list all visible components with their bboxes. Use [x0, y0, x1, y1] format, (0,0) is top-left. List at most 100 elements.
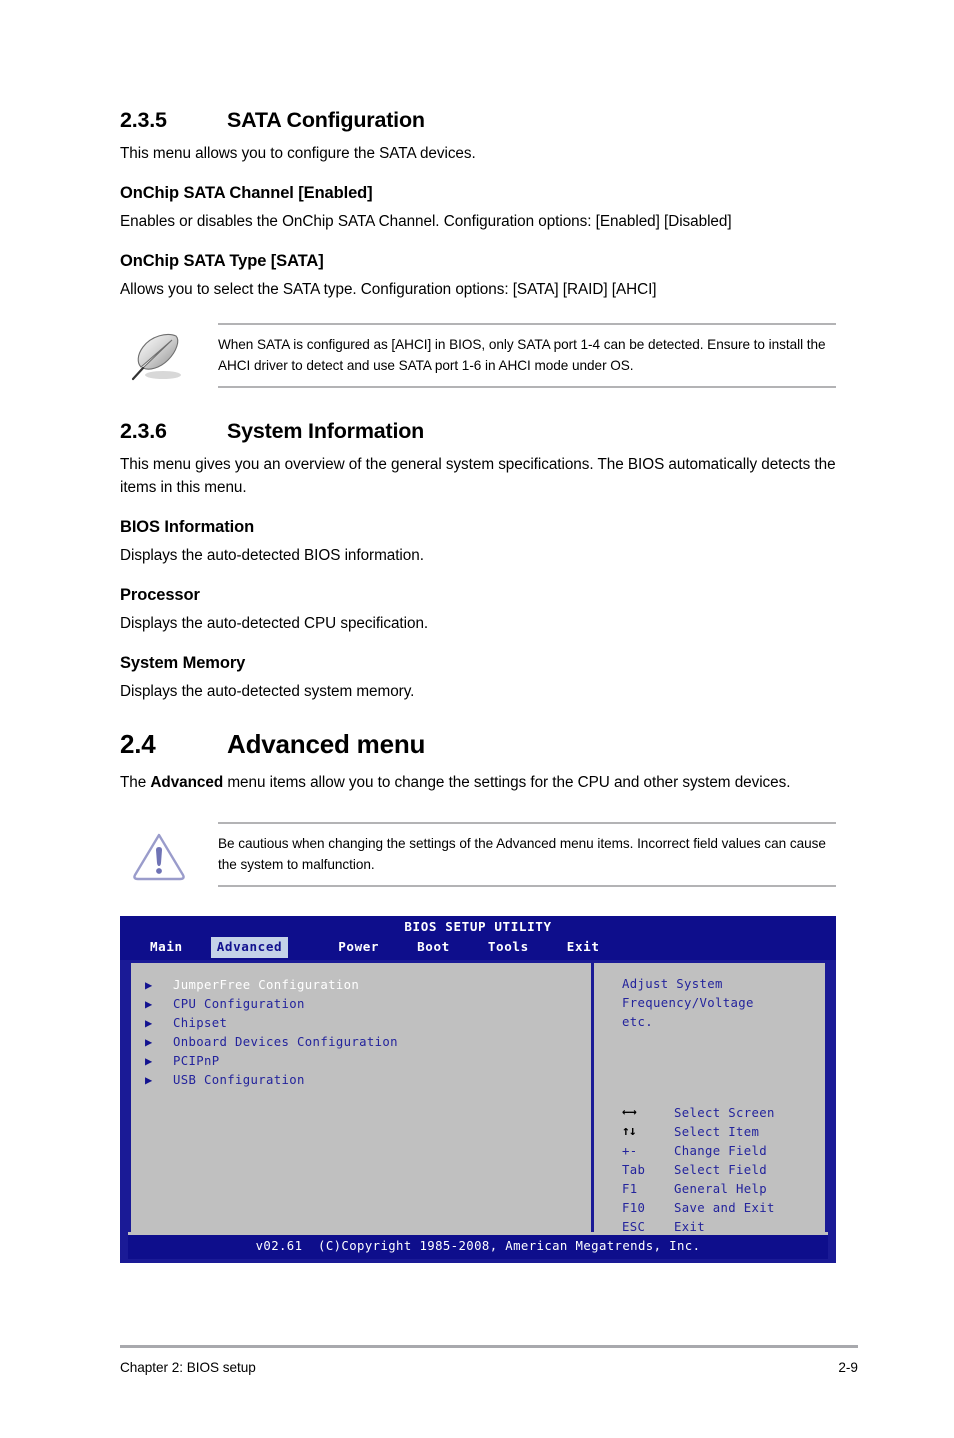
subsection-text-onchip-sata-type: Allows you to select the SATA type. Conf… — [120, 281, 657, 298]
subsection-text-system-memory: Displays the auto-detected system memory… — [120, 683, 415, 700]
tab-spacer — [288, 937, 332, 958]
section-intro: This menu allows you to configure the SA… — [120, 145, 476, 162]
footer-divider — [120, 1345, 858, 1348]
legend-action: Select Field — [674, 1162, 768, 1177]
subsection-text-onchip-sata-channel: Enables or disables the OnChip SATA Chan… — [120, 213, 732, 230]
triangle-right-icon: ▶ — [145, 977, 153, 992]
legend-key: Tab — [622, 1162, 646, 1177]
bios-key-legend: ←→ Select Screen ↑↓ Select Item +- Chang… — [622, 1103, 775, 1236]
legend-row-select-field: Tab Select Field — [622, 1160, 775, 1179]
tab-power[interactable]: Power — [332, 937, 385, 958]
menu-item-label: JumperFree Configuration — [173, 977, 360, 992]
bios-header: BIOS SETUP UTILITY Main Advanced Power B… — [120, 916, 836, 960]
tab-spacer — [189, 937, 211, 958]
legend-key: +- — [622, 1143, 638, 1158]
triangle-right-icon: ▶ — [145, 1053, 153, 1068]
caution-body: Be cautious when changing the settings o… — [218, 822, 836, 887]
bios-menu-item-onboard-devices[interactable]: ▶ Onboard Devices Configuration — [145, 1032, 591, 1051]
subheading-onchip-sata-channel: OnChip SATA Channel [Enabled] — [120, 184, 373, 202]
tab-advanced[interactable]: Advanced — [210, 937, 289, 958]
help-line-1: Adjust System — [622, 977, 723, 991]
legend-row-save-and-exit: F10 Save and Exit — [622, 1198, 775, 1217]
legend-row-change-field: +- Change Field — [622, 1141, 775, 1160]
subheading-processor: Processor — [120, 586, 200, 604]
page-footer: Chapter 2: BIOS setup 2-9 — [120, 1345, 858, 1375]
page-number: 2-9 — [838, 1360, 858, 1375]
heading-number: 2.3.5 — [120, 108, 167, 132]
subheading-bios-information: BIOS Information — [120, 518, 255, 536]
triangle-right-icon: ▶ — [145, 1034, 153, 1049]
legend-row-select-screen: ←→ Select Screen — [622, 1103, 775, 1122]
help-line-3: etc. — [622, 1015, 654, 1029]
intro-after: menu items allow you to change the setti… — [223, 774, 791, 791]
heading-number: 2.4 — [120, 729, 156, 759]
footer-row: Chapter 2: BIOS setup 2-9 — [120, 1360, 858, 1375]
bios-menu-item-chipset[interactable]: ▶ Chipset — [145, 1013, 591, 1032]
legend-action: Select Item — [674, 1124, 760, 1139]
bios-copyright: v02.61 (C)Copyright 1985-2008, American … — [128, 1232, 828, 1259]
menu-item-label: Onboard Devices Configuration — [173, 1034, 398, 1049]
triangle-right-icon: ▶ — [145, 1072, 153, 1087]
legend-key: F10 — [622, 1200, 646, 1215]
help-line-2: Frequency/Voltage — [622, 996, 754, 1010]
triangle-right-icon: ▶ — [145, 996, 153, 1011]
bios-help-pane: Adjust System Frequency/Voltage etc. ←→ … — [594, 963, 825, 1234]
tab-spacer — [385, 937, 411, 958]
note-callout: When SATA is configured as [AHCI] in BIO… — [120, 323, 836, 395]
section-intro-236: This menu gives you an overview of the g… — [120, 456, 836, 496]
bios-setup-screenshot: BIOS SETUP UTILITY Main Advanced Power B… — [120, 916, 836, 1263]
legend-row-exit: ESC Exit — [622, 1217, 775, 1236]
heading-title: SATA Configuration — [227, 108, 425, 132]
subheading-system-memory: System Memory — [120, 654, 246, 672]
subsection-text-processor: Displays the auto-detected CPU specifica… — [120, 615, 429, 632]
up-down-arrows-icon: ↑↓ — [622, 1124, 637, 1139]
bios-body: ▶ JumperFree Configuration ▶ CPU Configu… — [128, 960, 828, 1234]
tab-boot[interactable]: Boot — [411, 937, 456, 958]
bios-menu-item-cpu-configuration[interactable]: ▶ CPU Configuration — [145, 994, 591, 1013]
menu-item-label: Chipset — [173, 1015, 228, 1030]
heading-2-3-5: 2.3.5 SATA Configuration — [120, 108, 836, 133]
tab-main[interactable]: Main — [144, 937, 189, 958]
legend-action: Select Screen — [674, 1105, 775, 1120]
note-quill-pen-icon — [120, 327, 198, 389]
legend-action: General Help — [674, 1181, 768, 1196]
tab-tools[interactable]: Tools — [482, 937, 535, 958]
legend-key: F1 — [622, 1181, 638, 1196]
bios-footer-wrap: v02.61 (C)Copyright 1985-2008, American … — [120, 1232, 836, 1263]
bios-menu-item-jumperfree[interactable]: ▶ JumperFree Configuration — [145, 975, 591, 994]
intro-before: The — [120, 774, 151, 791]
legend-key: ESC — [622, 1219, 646, 1234]
left-right-arrows-icon: ←→ — [622, 1105, 637, 1120]
bios-menu-item-pcipnp[interactable]: ▶ PCIPnP — [145, 1051, 591, 1070]
note-body: When SATA is configured as [AHCI] in BIO… — [218, 323, 836, 388]
caution-callout: Be cautious when changing the settings o… — [120, 822, 836, 894]
legend-action: Exit — [674, 1219, 706, 1234]
heading-title: Advanced menu — [227, 729, 426, 759]
section-intro-24: The Advanced menu items allow you to cha… — [120, 771, 836, 794]
heading-number: 2.3.6 — [120, 419, 167, 443]
bios-tab-bar: Main Advanced Power Boot Tools Exit — [120, 937, 836, 958]
legend-action: Save and Exit — [674, 1200, 775, 1215]
tab-spacer — [456, 937, 482, 958]
note-text: When SATA is configured as [AHCI] in BIO… — [218, 337, 826, 373]
intro-bold: Advanced — [150, 774, 224, 791]
legend-action: Change Field — [674, 1143, 768, 1158]
bios-menu-item-usb-configuration[interactable]: ▶ USB Configuration — [145, 1070, 591, 1089]
caution-text: Be cautious when changing the settings o… — [218, 836, 826, 872]
menu-item-label: USB Configuration — [173, 1072, 305, 1087]
bios-title: BIOS SETUP UTILITY — [404, 919, 552, 934]
triangle-right-icon: ▶ — [145, 1015, 153, 1030]
legend-row-select-item: ↑↓ Select Item — [622, 1122, 775, 1141]
menu-item-label: CPU Configuration — [173, 996, 305, 1011]
tab-spacer — [535, 937, 561, 958]
tab-exit[interactable]: Exit — [561, 937, 606, 958]
heading-2-3-6: 2.3.6 System Information — [120, 419, 836, 444]
page-content: 2.3.5 SATA Configuration This menu allow… — [120, 108, 836, 1263]
footer-chapter-label: Chapter 2: BIOS setup — [120, 1360, 256, 1375]
subheading-onchip-sata-type: OnChip SATA Type [SATA] — [120, 252, 324, 270]
heading-2-4: 2.4 Advanced menu — [120, 729, 836, 760]
subsection-text-bios-information: Displays the auto-detected BIOS informat… — [120, 547, 424, 564]
heading-title: System Information — [227, 419, 425, 443]
document-page: 2.3.5 SATA Configuration This menu allow… — [0, 0, 954, 1438]
bios-menu-pane: ▶ JumperFree Configuration ▶ CPU Configu… — [131, 963, 594, 1232]
